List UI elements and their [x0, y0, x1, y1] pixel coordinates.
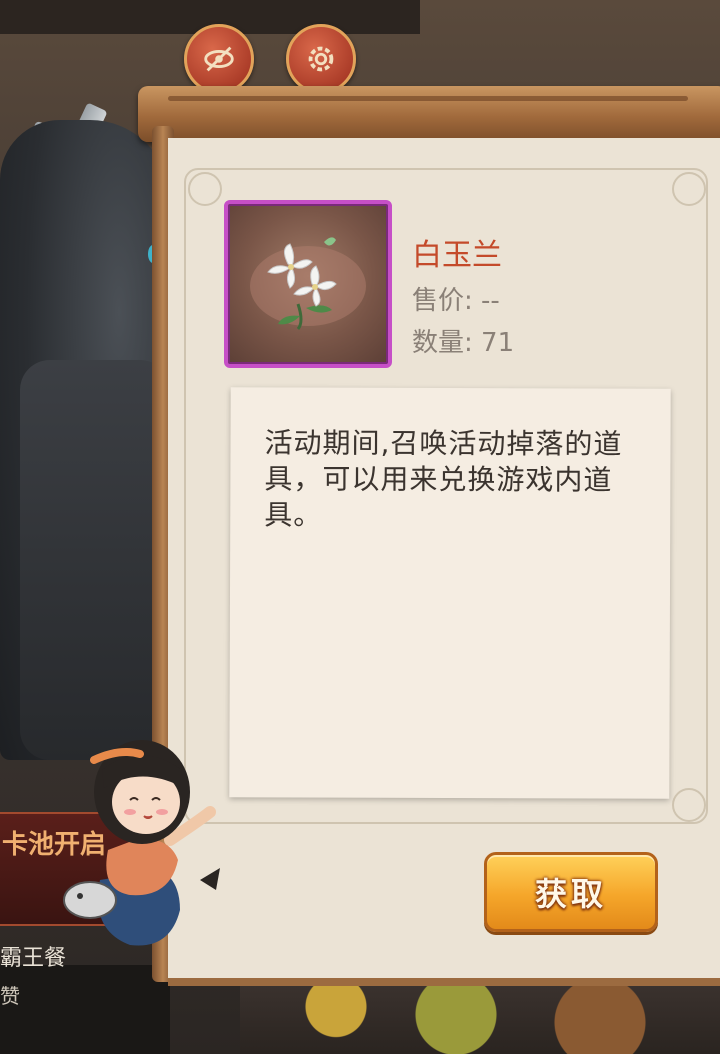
obtain-button-label: 获取: [534, 875, 607, 913]
food-decoration: [240, 975, 720, 1054]
hide-ui-button[interactable]: [184, 24, 254, 94]
item-description: 活动期间,召唤活动掉落的道具，可以用来兑换游戏内道具。: [264, 426, 623, 532]
obtain-button[interactable]: 获取: [484, 852, 658, 932]
gear-icon: [308, 46, 334, 72]
dialog-body: 白玉兰 售价: -- 数量: 71 活动期间,召唤活动掉落的道具，可以用来兑换游…: [168, 138, 720, 986]
description-paper: 活动期间,召唤活动掉落的道具，可以用来兑换游戏内道具。: [229, 387, 671, 799]
meal-sub-label: 赞: [0, 984, 20, 1008]
corner-ornament: [672, 172, 706, 206]
corner-ornament: [188, 172, 222, 206]
item-detail-dialog: 白玉兰 售价: -- 数量: 71 活动期间,召唤活动掉落的道具，可以用来兑换游…: [138, 86, 720, 986]
eye-slash-icon: [204, 46, 234, 72]
white-magnolia-flower-icon: [250, 237, 366, 330]
scroll-top-rod: [138, 86, 720, 142]
chibi-girl-mascot: [63, 740, 220, 946]
corner-ornament: [672, 788, 706, 822]
dark-corner: [0, 965, 170, 1054]
item-icon-frame: [224, 200, 392, 368]
settings-button[interactable]: [286, 24, 356, 94]
character-robe: [20, 360, 170, 760]
item-count: 数量: 71: [412, 328, 515, 358]
item-price: 售价: --: [412, 286, 500, 316]
item-name: 白玉兰: [412, 238, 502, 273]
meal-label: 霸王餐: [0, 946, 67, 971]
